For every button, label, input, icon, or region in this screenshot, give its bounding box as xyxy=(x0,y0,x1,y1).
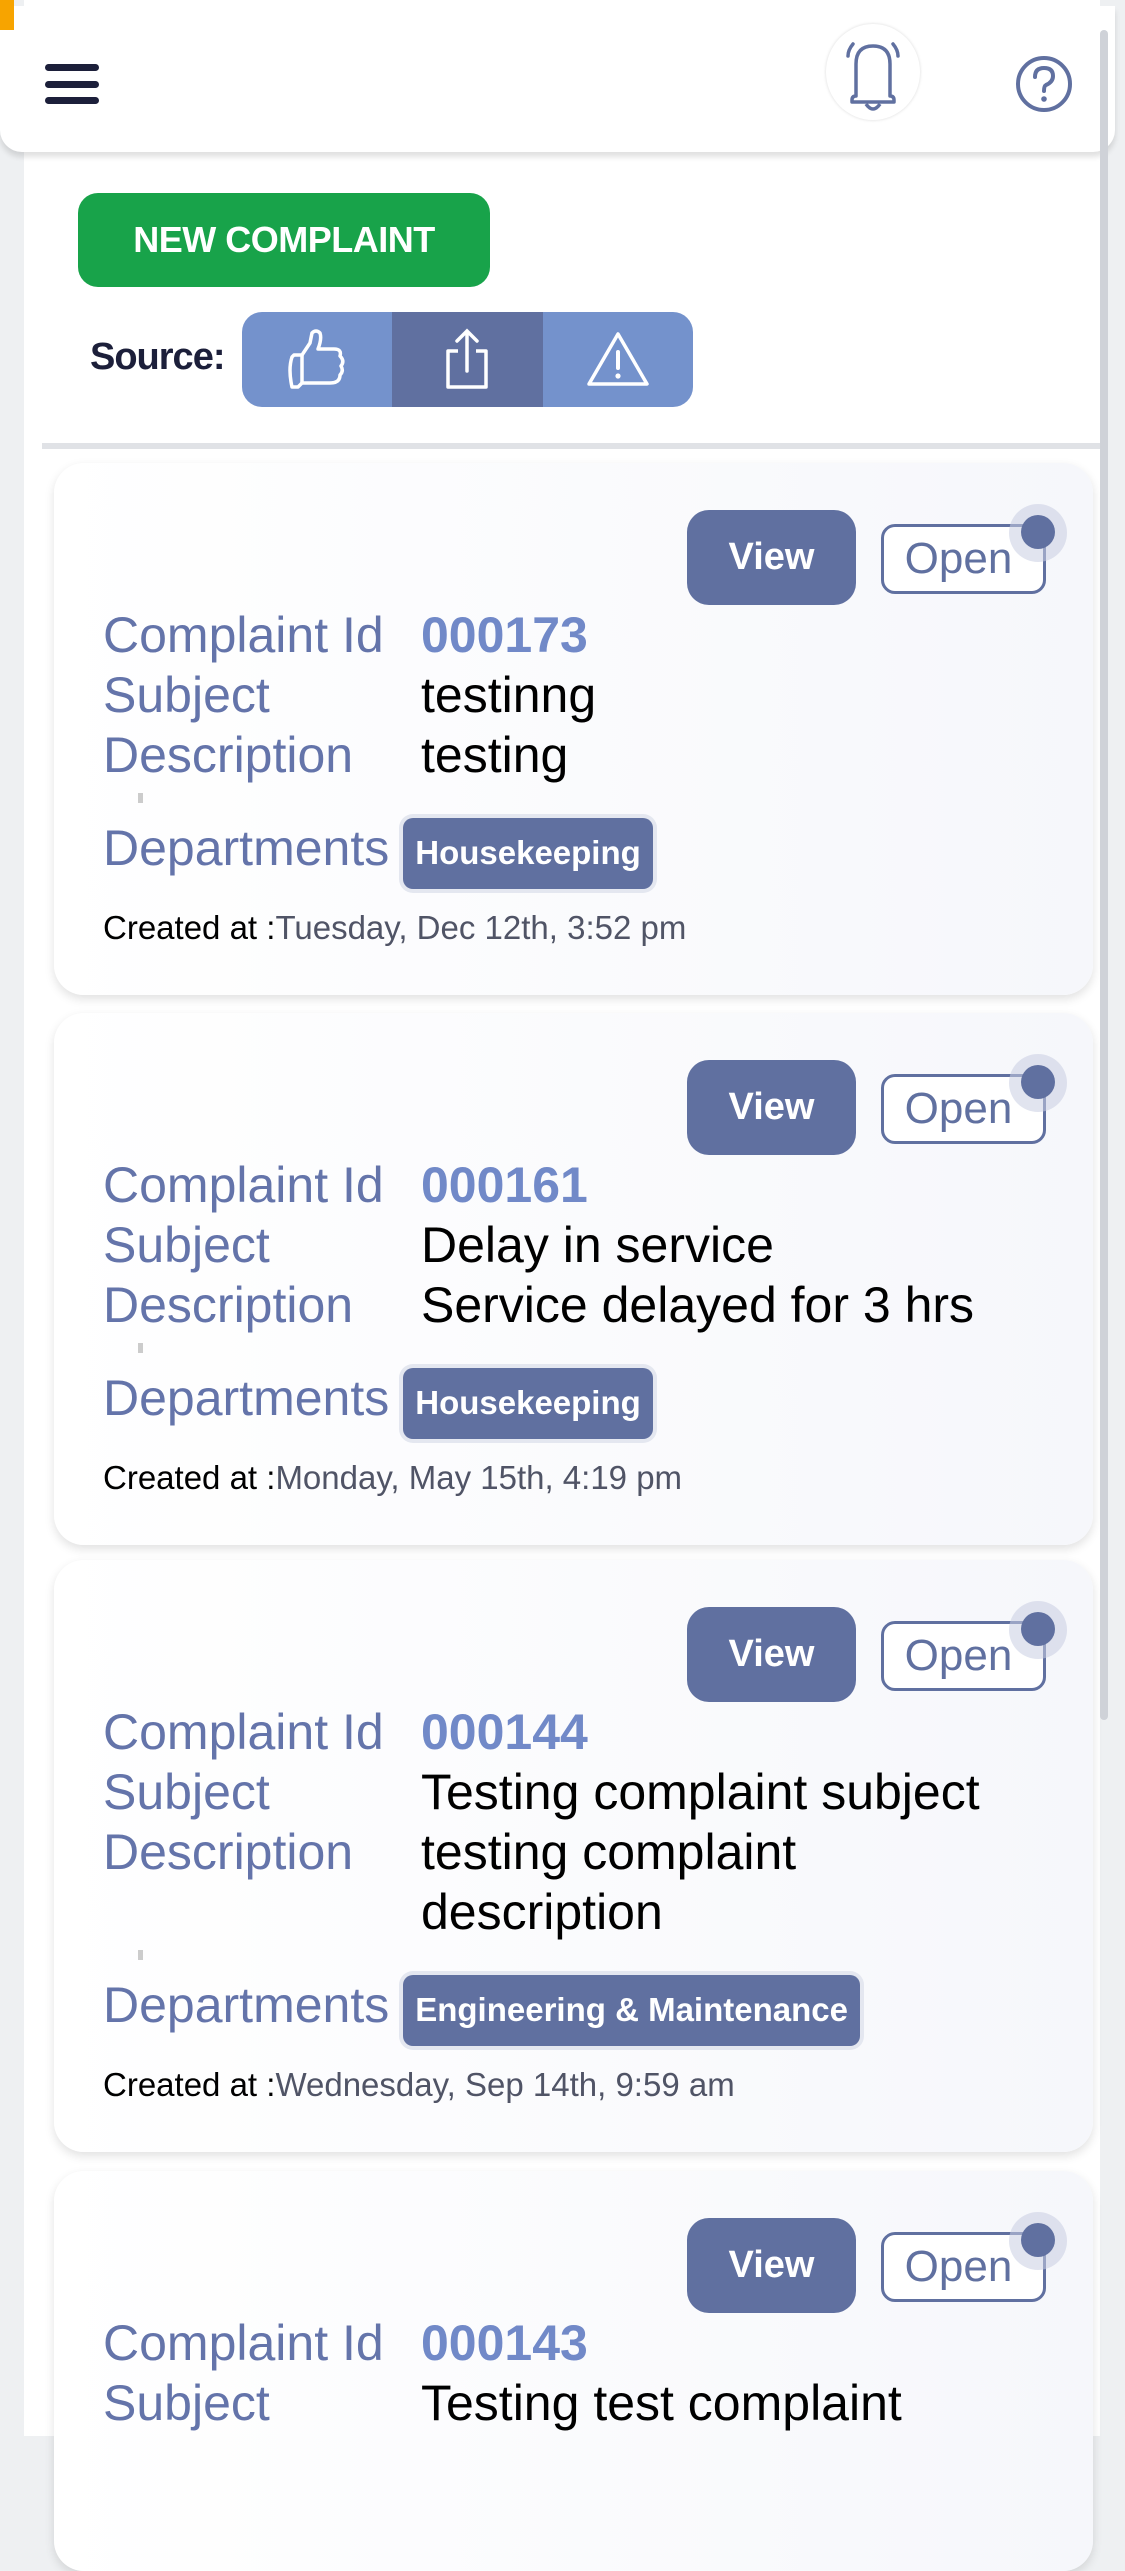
view-button[interactable]: View xyxy=(687,2218,856,2313)
subject-label: Subject xyxy=(103,2375,270,2431)
department-badge: Housekeeping xyxy=(403,1368,653,1439)
subject-label: Subject xyxy=(103,1764,270,1820)
source-incident-button[interactable] xyxy=(542,312,693,407)
complaint-id-value: 000173 xyxy=(421,607,588,663)
created-at-label: Created at : xyxy=(103,909,276,946)
status-dot xyxy=(1021,515,1055,549)
status-indicator xyxy=(0,0,14,30)
subject-value: Testing complaint subject xyxy=(421,1764,980,1820)
separator-mark xyxy=(138,1343,143,1353)
created-at-value: Tuesday, Dec 12th, 3:52 pm xyxy=(275,909,687,946)
thumbs-up-icon xyxy=(288,328,345,389)
subject-value: Delay in service xyxy=(421,1217,774,1273)
help-circle-icon xyxy=(1016,56,1072,112)
status-dot xyxy=(1021,1612,1055,1646)
hamburger-icon[interactable] xyxy=(45,64,99,104)
complaint-id-value: 000144 xyxy=(421,1704,588,1760)
bell-icon xyxy=(846,42,900,111)
status-dot xyxy=(1021,2223,1055,2257)
separator-mark xyxy=(138,1950,143,1960)
description-value: Service delayed for 3 hrs xyxy=(421,1277,975,1333)
complaint-id-label: Complaint Id xyxy=(103,1157,384,1213)
subject-label: Subject xyxy=(103,1217,270,1273)
source-share-button[interactable] xyxy=(392,312,543,407)
divider xyxy=(42,443,1107,449)
description-value: testing xyxy=(421,727,569,783)
departments-label: Departments xyxy=(103,819,390,876)
view-button[interactable]: View xyxy=(687,510,856,605)
complaint-card: View Open Complaint Id 000173 Subject test… xyxy=(54,463,1093,995)
department-badge: Housekeeping xyxy=(403,818,653,889)
created-at-label: Created at : xyxy=(103,2066,276,2103)
complaint-id-label: Complaint Id xyxy=(103,607,384,663)
created-at-value: Wednesday, Sep 14th, 9:59 am xyxy=(275,2066,735,2103)
complaint-id-label: Complaint Id xyxy=(103,2315,384,2371)
scrollbar[interactable] xyxy=(1100,30,1108,1720)
separator-mark xyxy=(138,793,143,803)
complaint-card: View Open Complaint Id 000144 Subject Test… xyxy=(54,1560,1093,2152)
description-label: Description xyxy=(103,727,354,783)
description-value: testing complaint description xyxy=(421,1824,797,1940)
created-at: Created at :Wednesday, Sep 14th, 9:59 am xyxy=(54,2064,1093,2106)
app-header xyxy=(0,6,1115,152)
new-complaint-button[interactable]: NEW COMPLAINT xyxy=(78,193,490,287)
complaint-id-label: Complaint Id xyxy=(103,1704,384,1760)
source-filter xyxy=(242,312,693,407)
created-at-value: Monday, May 15th, 4:19 pm xyxy=(275,1459,683,1496)
share-upload-icon xyxy=(446,328,489,389)
subject-value: testinng xyxy=(421,667,597,723)
view-button[interactable]: View xyxy=(687,1607,856,1702)
complaint-id-value: 000161 xyxy=(421,1157,588,1213)
created-at-label: Created at : xyxy=(103,1459,276,1496)
created-at: Created at :Tuesday, Dec 12th, 3:52 pm xyxy=(54,907,1093,949)
departments-label: Departments xyxy=(103,1976,390,2033)
description-label: Description xyxy=(103,1277,354,1333)
complaint-card: View Open Complaint Id 000161 Subject Dela… xyxy=(54,1013,1093,1545)
source-label: Source: xyxy=(90,336,225,378)
complaint-id-value: 000143 xyxy=(421,2315,588,2371)
description-label: Description xyxy=(103,1824,354,1880)
notifications-button[interactable] xyxy=(826,24,920,120)
view-button[interactable]: View xyxy=(687,1060,856,1155)
department-badge: Engineering & Maintenance xyxy=(403,1975,860,2046)
status-dot xyxy=(1021,1065,1055,1099)
source-feedback-button[interactable] xyxy=(242,312,393,407)
help-button[interactable] xyxy=(1014,54,1074,119)
complaint-card: View Open Complaint Id 000143 Subject Test… xyxy=(54,2171,1093,2571)
departments-label: Departments xyxy=(103,1369,390,1426)
created-at: Created at :Monday, May 15th, 4:19 pm xyxy=(54,1457,1093,1499)
subject-value: Testing test complaint xyxy=(421,2375,902,2431)
subject-label: Subject xyxy=(103,667,270,723)
warning-triangle-icon xyxy=(587,331,649,386)
